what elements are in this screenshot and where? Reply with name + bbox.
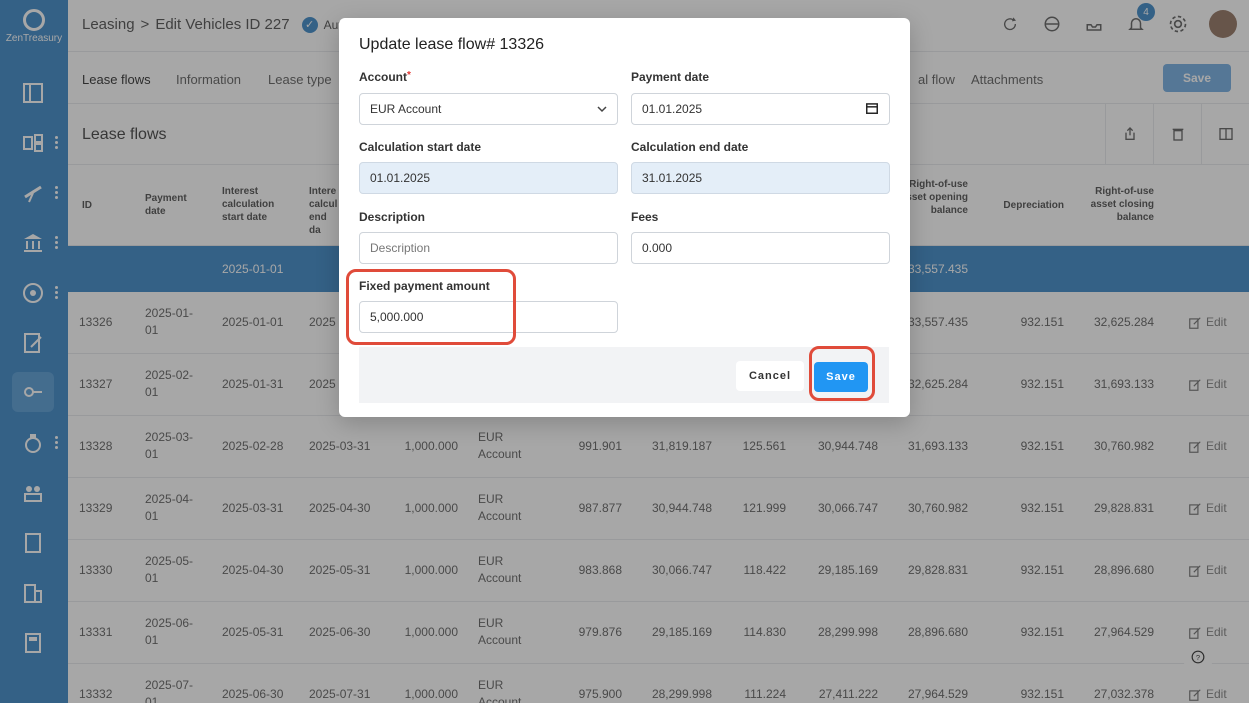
fees-label: Fees — [631, 210, 659, 224]
calc-end-field: 31.01.2025 — [631, 162, 890, 194]
calc-start-value: 01.01.2025 — [370, 171, 431, 185]
cancel-button[interactable]: Cancel — [736, 361, 804, 391]
fees-input[interactable]: 0.000 — [631, 232, 890, 264]
fees-value: 0.000 — [642, 241, 673, 255]
update-lease-flow-dialog: Update lease flow# 13326 Account* EUR Ac… — [339, 18, 910, 417]
payment-date-label: Payment date — [631, 70, 710, 84]
account-value: EUR Account — [370, 102, 442, 116]
description-label: Description — [359, 210, 426, 224]
chevron-down-icon — [597, 102, 607, 116]
calc-end-value: 31.01.2025 — [642, 171, 703, 185]
payment-date-value: 01.01.2025 — [642, 102, 703, 116]
description-placeholder: Description — [370, 241, 431, 255]
calc-end-label: Calculation end date — [631, 140, 749, 154]
account-label: Account* — [359, 70, 411, 84]
required-marker: * — [407, 70, 411, 81]
highlight-ring-fixed-payment — [346, 269, 516, 345]
calc-start-field: 01.01.2025 — [359, 162, 618, 194]
description-input[interactable]: Description — [359, 232, 618, 264]
account-select[interactable]: EUR Account — [359, 93, 618, 125]
calc-start-label: Calculation start date — [359, 140, 482, 154]
payment-date-input[interactable]: 01.01.2025 — [631, 93, 890, 125]
dialog-title: Update lease flow# 13326 — [359, 36, 545, 53]
calendar-icon[interactable] — [865, 101, 879, 118]
highlight-ring-save — [809, 346, 875, 401]
